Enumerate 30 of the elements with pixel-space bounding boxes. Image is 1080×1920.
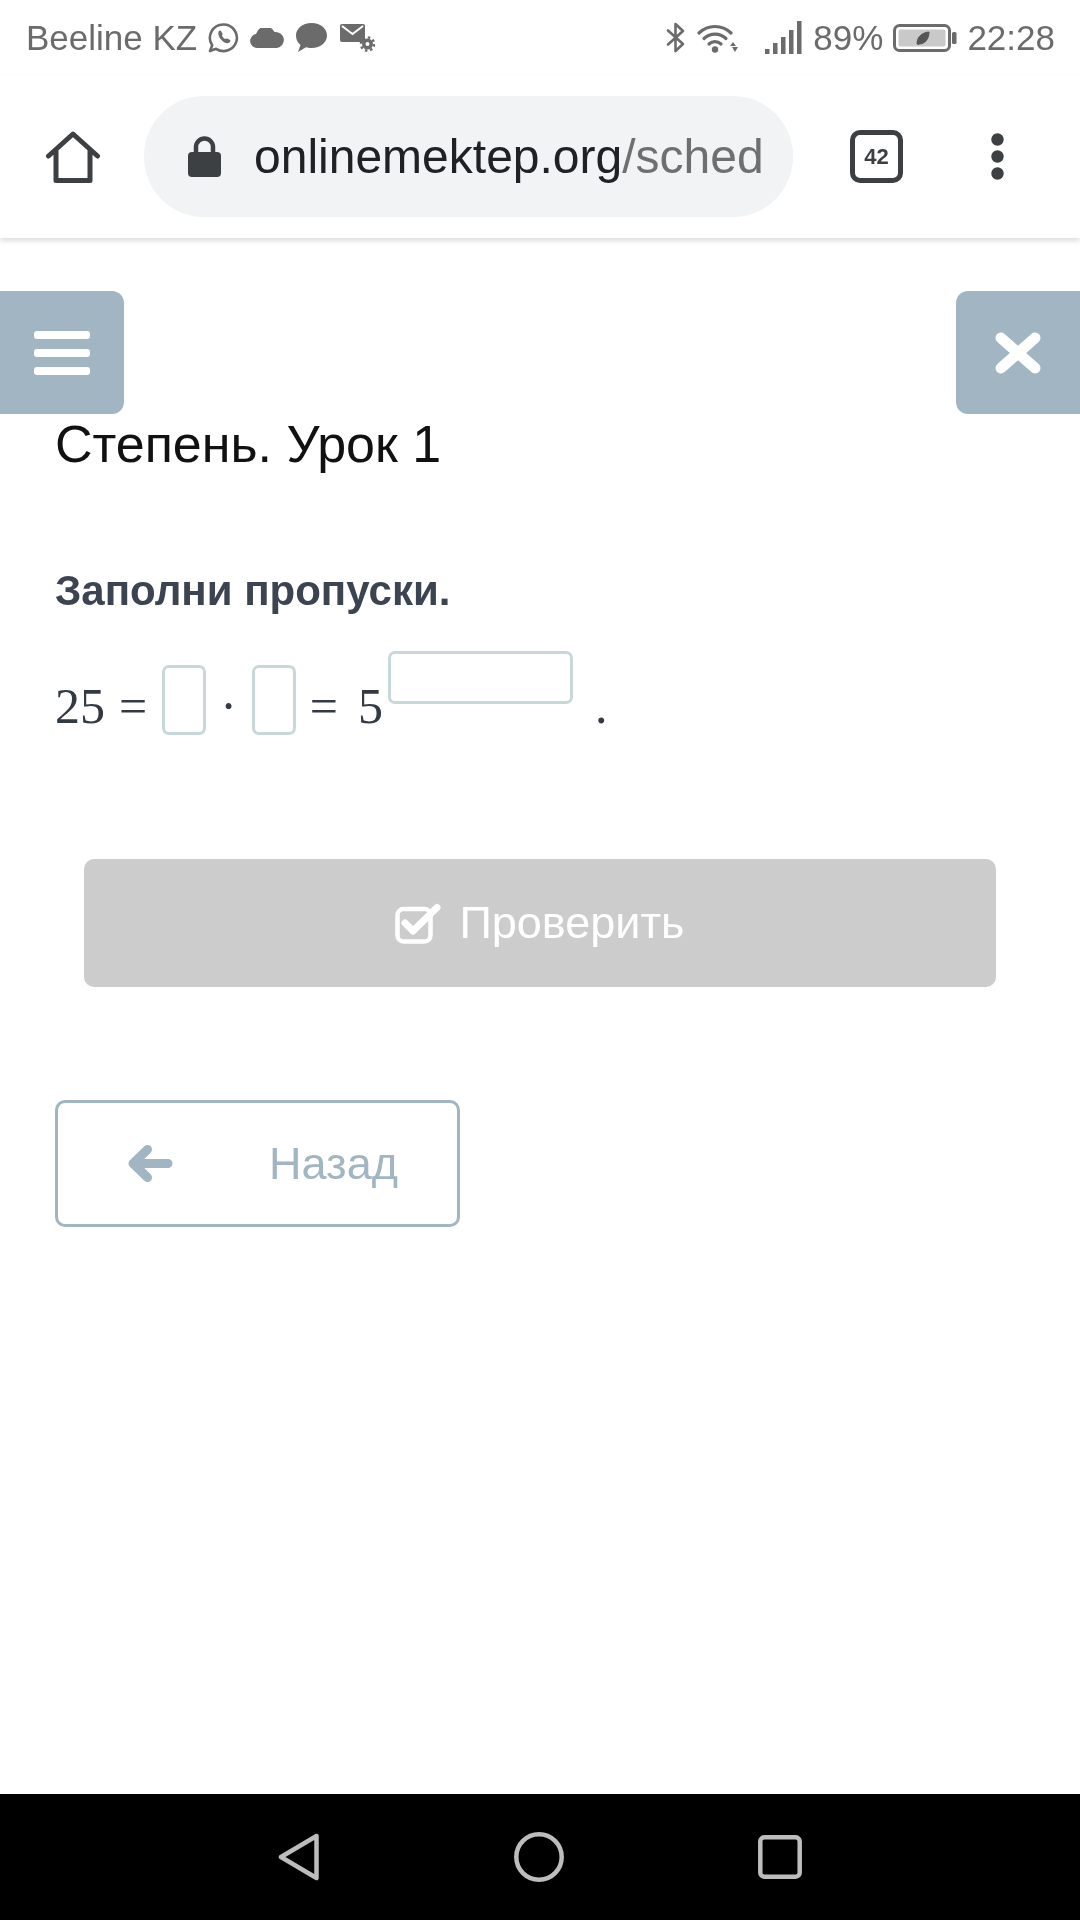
clock-time: 22:28 [967,17,1055,58]
triangle-back-icon[interactable] [278,1833,320,1881]
number-text: 25 [55,681,105,731]
url-text: onlinemektep.org/sched [254,129,764,184]
arrow-left-icon [128,1145,173,1182]
battery-icon [893,23,958,52]
square-recents-icon[interactable] [758,1835,802,1879]
period-text: . [595,681,608,731]
menu-icon [34,330,90,375]
signal-icon [765,21,804,54]
battery-percent: 89% [813,17,884,58]
chat-bubble-icon [294,21,330,54]
checkbox-icon [395,902,443,944]
tab-count-button[interactable]: 42 [850,130,903,183]
operator-text: · [220,681,237,731]
lesson-title: Степень. Урок 1 [55,414,443,474]
more-options-icon[interactable] [991,133,1004,180]
circle-home-icon[interactable] [514,1832,564,1882]
close-icon [995,331,1041,374]
operator-text: = [309,681,339,731]
mail-gear-icon [339,23,376,52]
cloud-icon [250,27,285,48]
home-icon[interactable] [45,129,101,184]
lock-icon [188,136,221,177]
phone-bubble-icon [207,21,241,54]
operator-text: = [119,681,148,731]
carrier-name: Beeline KZ [26,17,198,58]
url-bar[interactable]: onlinemektep.org/sched [144,96,793,217]
number-text: 5 [358,681,384,731]
instruction-text: Заполни пропуски. [55,566,452,616]
